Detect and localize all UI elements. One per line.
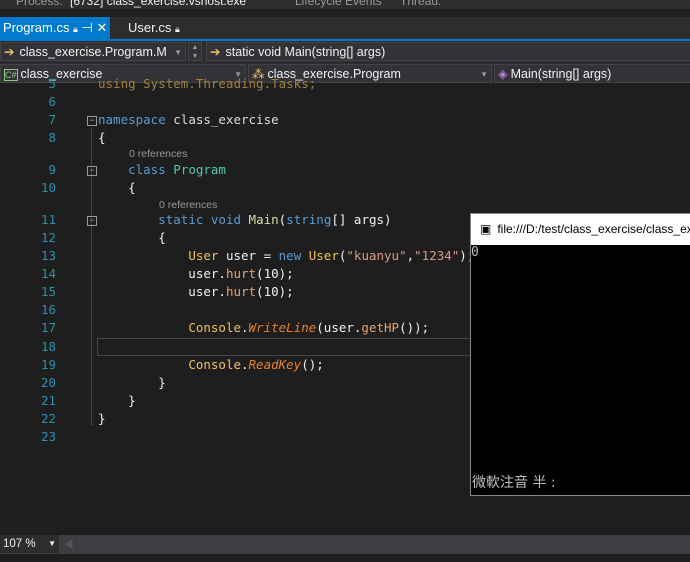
code-line: } [98, 411, 106, 426]
thread-label: Thread: [400, 0, 442, 8]
tab-user-cs[interactable]: User.cs 🔒︎ [125, 17, 183, 39]
navigation-bar: ➔ class_exercise.Program.M ▼ ▲ ▼ ➔ static vo… [0, 41, 690, 63]
codelens-references[interactable]: 0 references [159, 199, 217, 211]
tab-label: User.cs [128, 20, 172, 35]
line-number: 16 [40, 302, 56, 317]
collapse-icon[interactable]: − [87, 166, 97, 176]
code-line: using System.Threading.Tasks; [98, 76, 317, 91]
code-line: { [98, 130, 106, 145]
chevron-down-icon: ▼ [48, 539, 56, 548]
code-line: class Program [128, 162, 226, 177]
line-number: 23 [40, 429, 56, 444]
document-tabs: Program.cs 🔒︎ ⊣ ✕ User.cs 🔒︎ [0, 17, 690, 42]
close-icon[interactable]: ✕ [96, 20, 107, 35]
debug-toolbar: Process: [6732] class_exercise.vshost.ex… [0, 0, 690, 9]
tab-program-cs[interactable]: Program.cs 🔒︎ ⊣ ✕ [0, 17, 111, 39]
type-dropdown[interactable]: ➔ class_exercise.Program.M ▼ [0, 42, 186, 61]
line-number: 18 [40, 339, 56, 354]
code-line: namespace class_exercise [98, 112, 279, 127]
pin-icon[interactable]: ⊣ [82, 20, 93, 35]
line-number: 8 [48, 130, 56, 145]
collapse-icon[interactable]: − [87, 216, 97, 226]
line-number: 5 [48, 76, 56, 91]
code-line: user.hurt(10); [98, 266, 294, 281]
dropdown-value: static void Main(string[] args) [225, 45, 386, 59]
process-label: Process: [16, 0, 63, 8]
scroll-left-icon[interactable]: ◀ [64, 537, 72, 550]
collapse-icon[interactable]: − [87, 116, 97, 126]
line-number: 22 [40, 411, 56, 426]
scroll-stepper[interactable]: ▲ ▼ [188, 42, 202, 61]
code-line: } [98, 375, 166, 390]
line-number: 6 [48, 94, 56, 109]
codelens-references[interactable]: 0 references [129, 148, 187, 160]
tab-label: Program.cs [3, 20, 70, 35]
console-title-bar[interactable]: ▣ file:///D:/test/class_exercise/class_ex… [471, 214, 690, 245]
console-app-icon: ▣ [480, 222, 492, 236]
ime-status: 微軟注音 半 : [472, 475, 556, 491]
line-number: 15 [40, 284, 56, 299]
console-output: 0 [471, 245, 479, 260]
editor-status-bar: 107 % ▼ ◀ [0, 535, 690, 554]
code-line: user.hurt(10); [98, 284, 294, 299]
lock-icon: 🔒︎ [174, 24, 180, 34]
arrow-icon: ➔ [4, 45, 15, 59]
lock-icon: 🔒︎ [73, 24, 78, 34]
member-dropdown[interactable]: ➔ static void Main(string[] args) [206, 42, 690, 61]
line-number: 11 [40, 212, 56, 227]
console-title: file:///D:/test/class_exercise/class_exe… [497, 222, 690, 236]
code-line: { [98, 180, 136, 195]
code-line: User user = new User("kuanyu","1234"); [188, 248, 475, 263]
console-window[interactable]: ▣ file:///D:/test/class_exercise/class_ex… [470, 213, 690, 496]
code-line: { [98, 230, 166, 245]
process-select[interactable]: [6732] class_exercise.vshost.exe [70, 0, 246, 8]
line-number: 9 [48, 162, 56, 177]
line-number: 13 [40, 248, 56, 263]
line-number: 20 [40, 375, 56, 390]
line-number: 7 [48, 112, 56, 127]
line-number: 17 [40, 320, 56, 335]
line-number: 21 [40, 393, 56, 408]
line-number: 12 [40, 230, 56, 245]
arrow-icon: ➔ [210, 45, 221, 59]
line-number: 14 [40, 266, 56, 281]
chevron-down-icon: ▼ [174, 48, 182, 57]
code-line: } [98, 393, 136, 408]
code-line: Console.WriteLine(user.getHP()); [188, 320, 430, 335]
lifecycle-events-button[interactable]: Lifecycle Events [295, 0, 382, 8]
zoom-value: 107 % [3, 538, 36, 550]
zoom-dropdown[interactable]: 107 % ▼ [0, 535, 59, 553]
code-line: Console.ReadKey(); [188, 357, 324, 372]
line-number: 10 [40, 180, 56, 195]
code-line: static void Main(string[] args) [158, 212, 392, 227]
dropdown-value: class_exercise.Program.M [19, 45, 167, 59]
line-number: 19 [40, 357, 56, 372]
